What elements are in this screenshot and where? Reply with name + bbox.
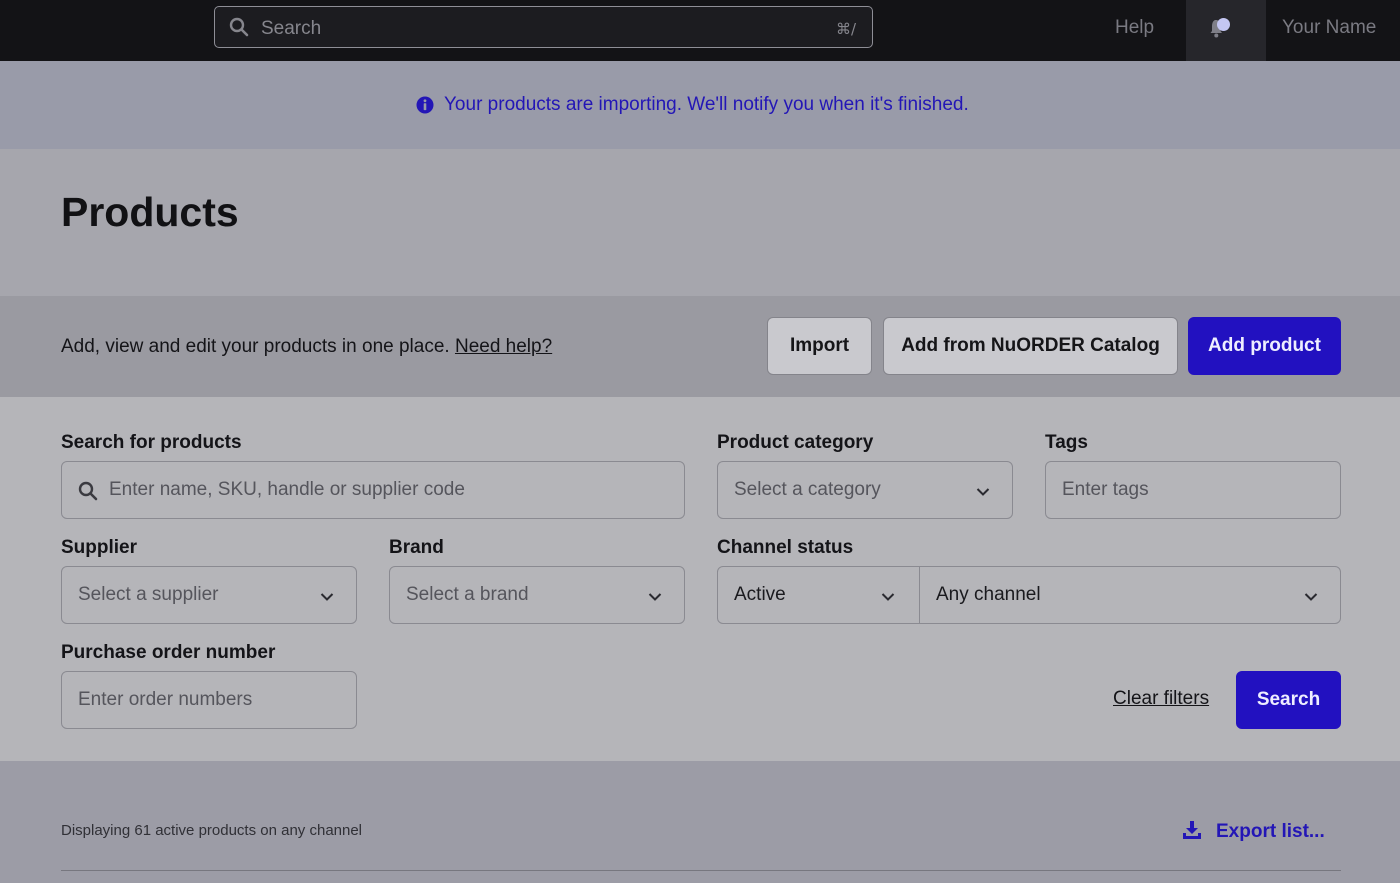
add-product-button[interactable]: Add product (1188, 317, 1341, 375)
purchase-order-label: Purchase order number (61, 642, 276, 663)
page-header: Products (0, 149, 1400, 296)
page-description: Add, view and edit your products in one … (61, 336, 552, 358)
product-search-input[interactable]: Enter name, SKU, handle or supplier code (61, 461, 685, 519)
brand-select[interactable]: Select a brand (389, 566, 685, 624)
banner-message: Your products are importing. We'll notif… (444, 94, 969, 115)
user-menu[interactable]: Your Name (1282, 17, 1376, 39)
product-filters: Search for products Enter name, SKU, han… (0, 397, 1400, 761)
channel-status-group: Active Any channel (717, 566, 1341, 624)
tags-label: Tags (1045, 432, 1088, 453)
product-category-label: Product category (717, 432, 874, 453)
import-button[interactable]: Import (767, 317, 872, 375)
purchase-order-input[interactable]: Enter order numbers (61, 671, 357, 729)
chevron-down-icon (976, 484, 990, 502)
tags-input[interactable]: Enter tags (1045, 461, 1341, 519)
brand-label: Brand (389, 537, 444, 558)
info-icon (416, 96, 434, 119)
status-value: Active (734, 584, 786, 605)
chevron-down-icon (320, 589, 334, 607)
results-section: Displaying 61 active products on any cha… (0, 761, 1400, 883)
channel-value: Any channel (936, 584, 1041, 605)
category-placeholder: Select a category (734, 479, 881, 500)
download-icon (1182, 820, 1202, 845)
export-list-button[interactable]: Export list... (1182, 819, 1325, 845)
page-actions-bar: Add, view and edit your products in one … (0, 296, 1400, 397)
export-list-label: Export list... (1216, 821, 1325, 842)
clear-filters-link[interactable]: Clear filters (1113, 688, 1209, 710)
search-icon (78, 481, 98, 506)
supplier-select[interactable]: Select a supplier (61, 566, 357, 624)
keyboard-shortcut-hint: ⌘/ (835, 20, 856, 38)
chevron-down-icon (1304, 589, 1318, 607)
bell-icon (1210, 18, 1230, 38)
supplier-label: Supplier (61, 537, 138, 558)
chevron-down-icon (648, 589, 662, 607)
results-summary: Displaying 61 active products on any cha… (61, 822, 363, 839)
top-navigation-bar: Search ⌘/ Help Your Name (0, 0, 1400, 68)
purchase-order-placeholder: Enter order numbers (78, 689, 253, 710)
product-search-placeholder: Enter name, SKU, handle or supplier code (109, 479, 465, 500)
import-status-banner: Your products are importing. We'll notif… (0, 61, 1400, 149)
supplier-placeholder: Select a supplier (78, 584, 219, 605)
product-category-select[interactable]: Select a category (717, 461, 1013, 519)
tags-placeholder: Enter tags (1062, 479, 1149, 500)
search-icon (229, 17, 249, 37)
search-products-label: Search for products (61, 432, 242, 453)
need-help-link[interactable]: Need help? (455, 336, 552, 357)
channel-select[interactable]: Any channel (920, 567, 1340, 623)
page-title: Products (61, 189, 239, 235)
global-search-placeholder: Search (261, 18, 322, 39)
help-link[interactable]: Help (1115, 17, 1154, 39)
search-button[interactable]: Search (1236, 671, 1341, 729)
global-search-input[interactable]: Search ⌘/ (214, 6, 873, 48)
status-select[interactable]: Active (718, 567, 919, 623)
divider (61, 870, 1341, 871)
brand-placeholder: Select a brand (406, 584, 529, 605)
add-from-catalog-button[interactable]: Add from NuORDER Catalog (883, 317, 1178, 375)
notifications-button[interactable] (1186, 0, 1266, 68)
page-description-text: Add, view and edit your products in one … (61, 336, 450, 357)
chevron-down-icon (881, 589, 895, 607)
channel-status-label: Channel status (717, 537, 854, 558)
